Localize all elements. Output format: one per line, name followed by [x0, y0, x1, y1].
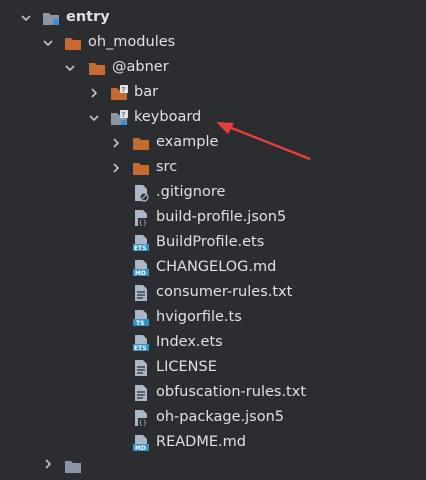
file-name: BuildProfile.ets [156, 234, 265, 250]
chevron-right-icon[interactable] [110, 137, 122, 149]
svg-text:{}: {} [139, 419, 147, 427]
tree-row-file[interactable]: obfuscation-rules.txt [0, 380, 426, 405]
module-folder-icon [64, 457, 82, 475]
tree-row-abner[interactable]: @abner [0, 55, 426, 80]
file-name: consumer-rules.txt [156, 284, 293, 300]
file-name: Index.ets [156, 334, 223, 350]
svg-text:MD: MD [135, 270, 146, 277]
tree-label-keyboard: keyboard [134, 109, 202, 125]
module-folder-icon: ? [110, 109, 128, 127]
tree-label-src: src [156, 159, 178, 175]
tree-row-file[interactable]: consumer-rules.txt [0, 280, 426, 305]
svg-text:?: ? [122, 111, 126, 119]
chevron-right-icon[interactable] [42, 458, 54, 470]
symlink-folder-icon: ? [110, 84, 128, 102]
file-name: obfuscation-rules.txt [156, 384, 307, 400]
file-name: README.md [156, 434, 246, 450]
svg-text:TS: TS [136, 320, 144, 327]
svg-text:MD: MD [135, 445, 146, 452]
tree-row-file[interactable]: .gitignore [0, 180, 426, 205]
file-name: oh-package.json5 [156, 409, 284, 425]
text-file-icon [132, 359, 150, 377]
chevron-down-icon[interactable] [20, 12, 32, 24]
svg-text:ETS: ETS [134, 345, 147, 352]
svg-text:{}: {} [139, 219, 147, 227]
text-file-icon [132, 284, 150, 302]
annotation-arrow [216, 122, 311, 161]
gitignore-file-icon [132, 184, 150, 202]
svg-text:?: ? [122, 86, 126, 94]
md-file-icon: MD [132, 434, 150, 452]
file-name: CHANGELOG.md [156, 259, 277, 275]
tree-row-next[interactable] [0, 455, 426, 480]
ets-file-icon: ETS [132, 234, 150, 252]
tree-row-bar[interactable]: ? bar [0, 80, 426, 105]
ts-file-icon: TS [132, 309, 150, 327]
tree-row-file[interactable]: MD CHANGELOG.md [0, 255, 426, 280]
json-file-icon: {} [132, 409, 150, 427]
file-name: hvigorfile.ts [156, 309, 242, 325]
chevron-down-icon[interactable] [64, 62, 76, 74]
tree-label-bar: bar [134, 84, 159, 100]
tree-label-entry: entry [66, 9, 110, 25]
file-name: LICENSE [156, 359, 217, 375]
file-name: .gitignore [156, 184, 226, 200]
chevron-right-icon[interactable] [88, 87, 100, 99]
svg-text:ETS: ETS [134, 245, 147, 252]
tree-row-file[interactable]: ETS Index.ets [0, 330, 426, 355]
chevron-down-icon[interactable] [42, 37, 54, 49]
json-file-icon: {} [132, 209, 150, 227]
tree-label-abner: @abner [112, 59, 169, 75]
chevron-right-icon[interactable] [110, 162, 122, 174]
file-name: build-profile.json5 [156, 209, 287, 225]
project-tree: entry oh_modules @abner ? bar ? keyboard… [0, 0, 426, 473]
folder-icon [64, 34, 82, 52]
text-file-icon [132, 384, 150, 402]
tree-row-file[interactable]: {} build-profile.json5 [0, 205, 426, 230]
tree-row-file[interactable]: MD README.md [0, 430, 426, 455]
folder-icon [132, 159, 150, 177]
md-file-icon: MD [132, 259, 150, 277]
tree-row-oh-modules[interactable]: oh_modules [0, 30, 426, 55]
module-folder-icon [42, 9, 60, 27]
folder-icon [132, 134, 150, 152]
ets-file-icon: ETS [132, 334, 150, 352]
tree-row-file[interactable]: TS hvigorfile.ts [0, 305, 426, 330]
folder-icon [88, 59, 106, 77]
chevron-down-icon[interactable] [88, 112, 100, 124]
tree-row-file[interactable]: LICENSE [0, 355, 426, 380]
tree-label-oh-modules: oh_modules [88, 34, 176, 50]
tree-row-file[interactable]: {} oh-package.json5 [0, 405, 426, 430]
tree-row-file[interactable]: ETS BuildProfile.ets [0, 230, 426, 255]
tree-row-entry[interactable]: entry [0, 5, 426, 30]
